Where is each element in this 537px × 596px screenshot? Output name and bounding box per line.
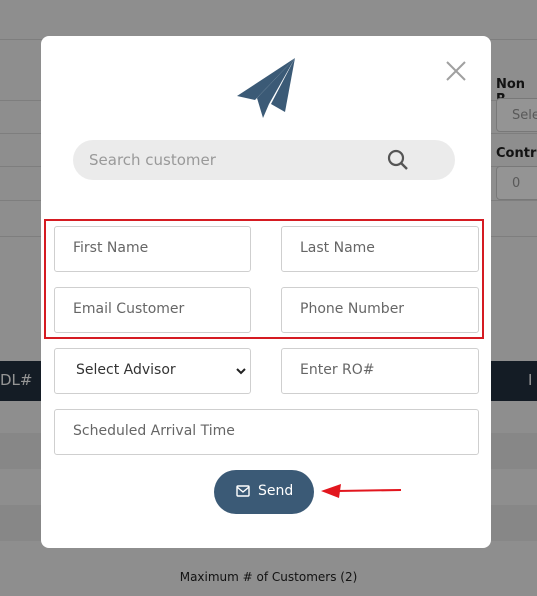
envelope-icon xyxy=(236,485,250,497)
search-icon[interactable] xyxy=(386,148,410,172)
last-name-field[interactable]: Last Name xyxy=(281,226,479,272)
search-customer-input[interactable]: Search customer xyxy=(73,140,455,180)
first-name-field[interactable]: First Name xyxy=(54,226,251,272)
send-label: Send xyxy=(258,483,294,499)
send-button[interactable]: Send xyxy=(214,470,314,514)
paper-plane-icon xyxy=(237,58,295,118)
search-placeholder: Search customer xyxy=(89,151,216,169)
close-icon[interactable] xyxy=(445,60,467,82)
email-field[interactable]: Email Customer xyxy=(54,287,251,333)
advisor-select[interactable]: Select Advisor xyxy=(54,348,251,394)
arrival-time-placeholder: Scheduled Arrival Time xyxy=(73,423,235,439)
send-customer-modal: Search customer First Name Last Name Ema… xyxy=(41,36,491,548)
arrow-annotation-icon xyxy=(321,484,402,498)
last-name-placeholder: Last Name xyxy=(300,240,375,256)
phone-placeholder: Phone Number xyxy=(300,301,405,317)
chevron-down-icon xyxy=(236,368,246,375)
phone-field[interactable]: Phone Number xyxy=(281,287,479,333)
ro-placeholder: Enter RO# xyxy=(300,362,375,378)
advisor-select-value: Select Advisor xyxy=(76,362,176,378)
ro-field[interactable]: Enter RO# xyxy=(281,348,479,394)
email-placeholder: Email Customer xyxy=(73,301,185,317)
first-name-placeholder: First Name xyxy=(73,240,149,256)
arrival-time-field[interactable]: Scheduled Arrival Time xyxy=(54,409,479,455)
